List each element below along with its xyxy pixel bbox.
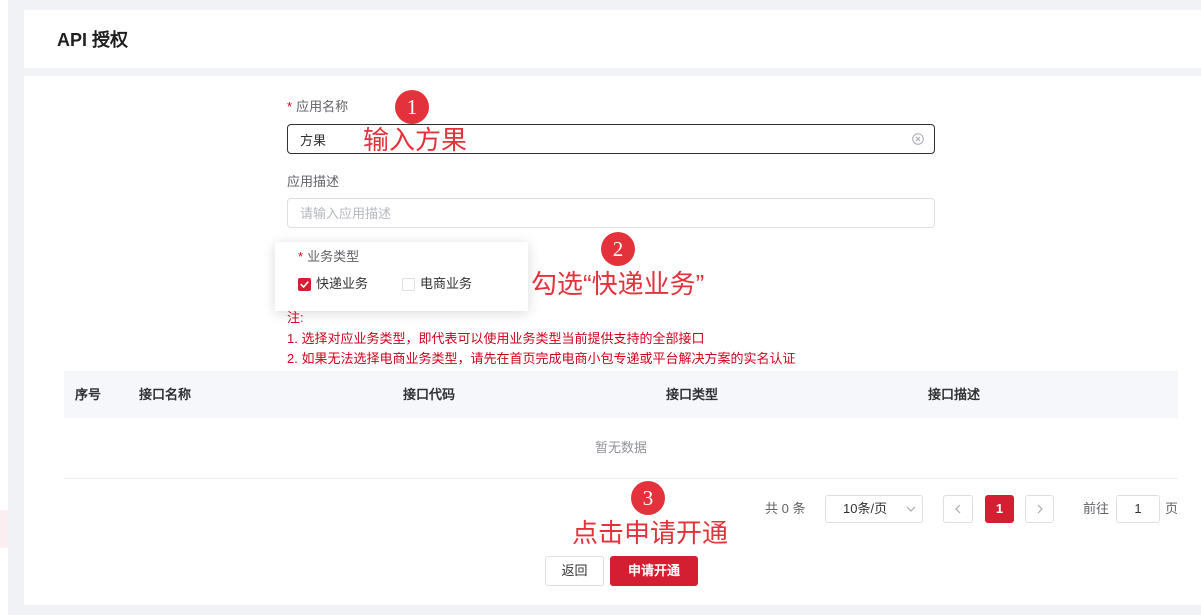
circle-x-icon[interactable] (912, 133, 924, 145)
pagination-total: 共 0 条 (765, 501, 806, 516)
chevron-left-icon (955, 504, 961, 514)
goto-label: 前往 (1083, 501, 1110, 516)
checkbox-express-label: 快递业务 (316, 276, 369, 291)
sidebar-active-item[interactable] (0, 510, 8, 548)
page-header (24, 10, 1201, 68)
chevron-right-icon (1037, 504, 1043, 514)
business-type-label: * 业务类型 (298, 248, 359, 266)
required-mark: * (298, 249, 304, 264)
app-name-label: * 应用名称 (287, 98, 348, 116)
check-icon (300, 281, 309, 288)
page-title: API 授权 (57, 30, 129, 50)
table-empty-state: 暂无数据 (64, 418, 1178, 479)
column-header-api-name: 接口名称 (139, 387, 192, 402)
note-item: 2. 如果无法选择电商业务类型，请先在首页完成电商小包专递或平台解决方案的实名认… (287, 351, 796, 366)
checkbox-ecommerce-box[interactable] (402, 278, 415, 291)
annotation-step-2-badge: 2 (601, 232, 635, 266)
app-desc-input[interactable] (287, 198, 935, 228)
chevron-down-icon (906, 506, 916, 512)
app-desc-label: 应用描述 (287, 174, 340, 189)
notes: 注: 1. 选择对应业务类型，即代表可以使用业务类型当前提供支持的全部接口 2.… (287, 308, 795, 370)
column-header-index: 序号 (75, 387, 102, 402)
notes-title: 注: (287, 310, 304, 325)
annotation-step-1-text: 输入方果 (363, 125, 468, 155)
business-type-label-text: 业务类型 (307, 249, 360, 264)
next-page-button[interactable] (1025, 495, 1054, 523)
page-size-select[interactable]: 10条/页 (825, 495, 923, 523)
annotation-step-1-badge: 1 (395, 90, 429, 124)
note-item: 1. 选择对应业务类型，即代表可以使用业务类型当前提供支持的全部接口 (287, 330, 705, 346)
checkbox-ecommerce[interactable]: 电商业务 (402, 275, 482, 293)
page-size-value: 10条/页 (843, 501, 888, 516)
apply-button[interactable]: 申请开通 (610, 556, 698, 586)
required-mark: * (287, 99, 293, 114)
checkbox-express-box[interactable] (298, 278, 311, 291)
page-suffix: 页 (1165, 501, 1179, 516)
app-name-label-text: 应用名称 (296, 99, 349, 114)
column-header-api-code: 接口代码 (403, 387, 456, 402)
column-header-api-type: 接口类型 (666, 387, 719, 402)
table-header: 序号 接口名称 接口代码 接口类型 接口描述 (64, 371, 1178, 418)
prev-page-button[interactable] (943, 495, 973, 523)
checkbox-express[interactable]: 快递业务 (298, 275, 378, 293)
annotation-step-3-text: 点击申请开通 (572, 518, 729, 548)
back-button[interactable]: 返回 (545, 556, 604, 586)
page-1-button[interactable]: 1 (985, 495, 1014, 523)
goto-page-input[interactable]: 1 (1116, 495, 1160, 523)
annotation-step-2-text: 勾选“快递业务” (531, 269, 705, 299)
annotation-step-3-badge: 3 (631, 481, 665, 515)
checkbox-ecommerce-label: 电商业务 (420, 276, 473, 291)
column-header-api-desc: 接口描述 (928, 387, 981, 402)
